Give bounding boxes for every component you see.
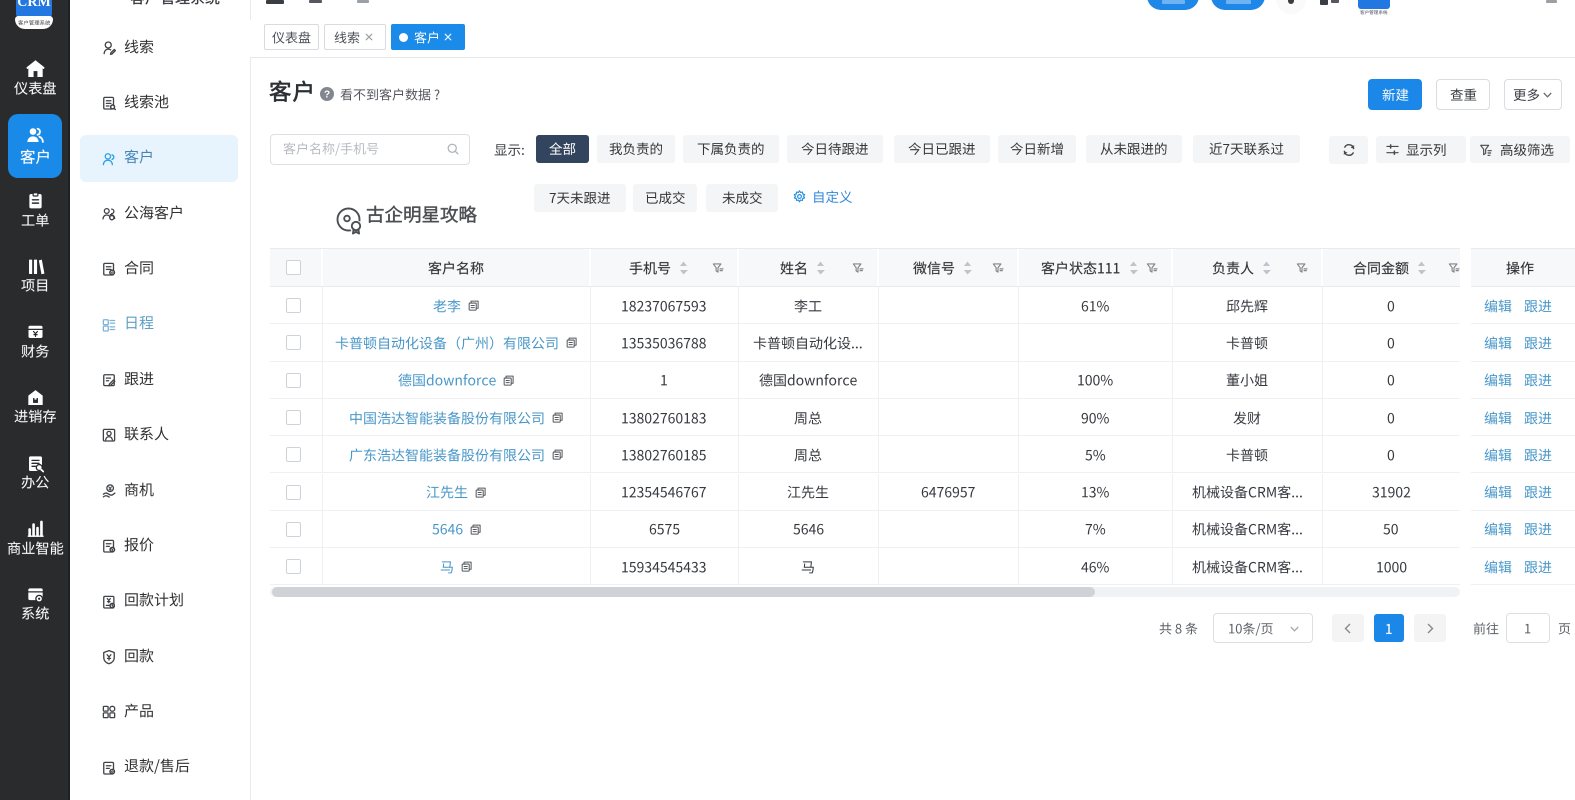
svg-text:?: ? [324,90,330,101]
